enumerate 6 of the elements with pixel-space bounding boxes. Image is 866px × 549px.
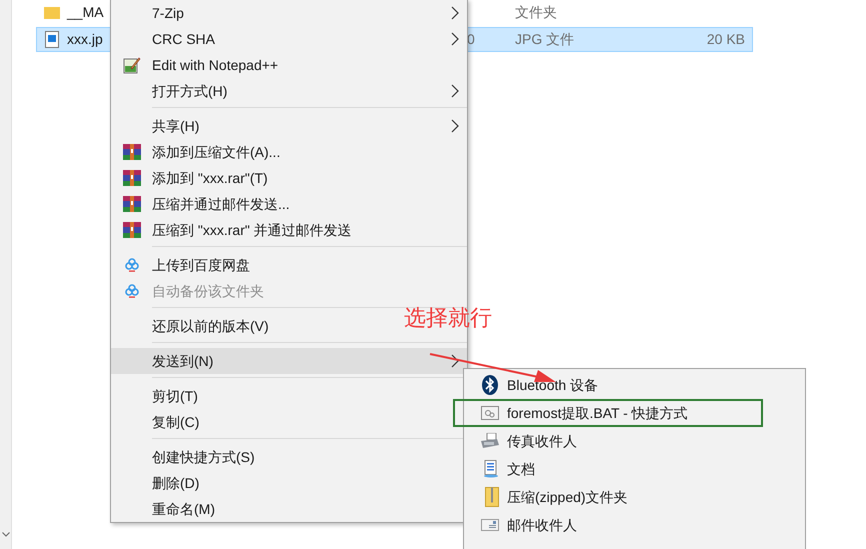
file-type: 文件夹: [515, 3, 558, 22]
file-type: JPG 文件: [515, 30, 576, 49]
file-size: 20 KB: [706, 30, 745, 49]
annotation-text: 选择就行: [404, 304, 492, 332]
file-name: __MA: [67, 4, 104, 20]
file-name: xxx.jp: [67, 31, 103, 47]
